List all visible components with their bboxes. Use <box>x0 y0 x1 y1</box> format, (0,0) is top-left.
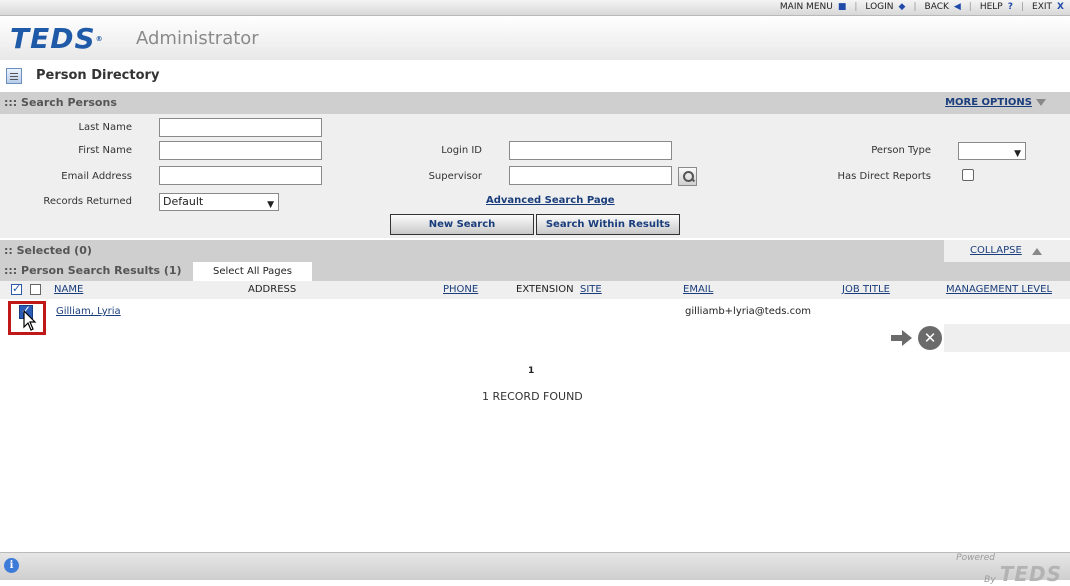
select-all-pages-button[interactable]: Select All Pages <box>193 262 312 281</box>
exit-label: EXIT <box>1032 2 1053 12</box>
info-icon[interactable]: i <box>4 558 19 573</box>
first-name-input[interactable] <box>159 141 322 160</box>
page-title: Person Directory <box>36 68 160 83</box>
search-section-header: ::: Search Persons MORE OPTIONS <box>0 92 1070 114</box>
first-name-label: First Name <box>78 145 132 156</box>
collapse-link[interactable]: COLLAPSE <box>970 245 1022 256</box>
help-label: HELP <box>979 2 1003 12</box>
login-id-input[interactable] <box>509 141 672 160</box>
arrow-right-icon[interactable] <box>890 329 914 347</box>
check-all-icon[interactable] <box>11 282 22 295</box>
actions-panel <box>944 324 1070 352</box>
last-name-label: Last Name <box>78 122 132 133</box>
exit-link[interactable]: EXIT X <box>1032 2 1064 12</box>
column-address: ADDRESS <box>248 284 297 295</box>
login-label: LOGIN <box>865 2 894 12</box>
exit-icon: X <box>1057 2 1064 12</box>
email-input[interactable] <box>159 166 322 185</box>
person-type-label: Person Type <box>871 145 931 156</box>
results-title: ::: Person Search Results (1) <box>4 264 182 277</box>
directory-icon <box>6 68 22 84</box>
has-direct-reports-checkbox[interactable] <box>962 169 974 181</box>
app-header: TEDS® Administrator <box>0 16 1070 60</box>
main-menu-icon: ■ <box>837 2 847 12</box>
records-returned-value: Default <box>163 195 204 208</box>
record-count: 1 RECORD FOUND <box>482 390 583 403</box>
new-search-button[interactable]: New Search <box>390 214 534 235</box>
column-site[interactable]: SITE <box>580 284 602 295</box>
uncheck-all-checkbox[interactable] <box>30 284 41 295</box>
results-table-header: NAME ADDRESS PHONE EXTENSION SITE EMAIL … <box>0 281 1070 299</box>
last-name-input[interactable] <box>159 118 322 137</box>
main-menu-link[interactable]: MAIN MENU ■ <box>780 2 846 12</box>
person-name-link[interactable]: Gilliam, Lyria <box>56 306 121 317</box>
main-menu-label: MAIN MENU <box>779 2 833 12</box>
column-job-title[interactable]: JOB TITLE <box>842 284 890 295</box>
column-management-level[interactable]: MANAGEMENT LEVEL <box>946 284 1052 295</box>
person-type-select[interactable]: ▼ <box>958 142 1026 160</box>
column-phone[interactable]: PHONE <box>443 284 478 295</box>
help-icon: ? <box>1007 2 1013 12</box>
column-extension: EXTENSION <box>516 284 574 295</box>
nav-divider: | <box>968 2 972 12</box>
page-title-bar: Person Directory <box>0 64 1070 90</box>
top-utility-bar: MAIN MENU ■ | LOGIN ◆ | BACK ◀ | HELP ? … <box>0 0 1070 16</box>
records-returned-select[interactable]: Default ▼ <box>159 193 279 211</box>
person-email: gilliamb+lyria@teds.com <box>685 306 811 317</box>
back-label: BACK <box>924 2 949 12</box>
column-name[interactable]: NAME <box>54 284 83 295</box>
teds-logo: TEDS® <box>10 22 104 55</box>
help-link[interactable]: HELP ? <box>980 2 1013 12</box>
powered-by-logo: Powered By TEDS <box>956 553 1062 586</box>
email-label: Email Address <box>61 171 132 182</box>
nav-divider: | <box>1020 2 1025 12</box>
login-link[interactable]: LOGIN ◆ <box>865 2 905 12</box>
app-subtitle: Administrator <box>136 28 259 49</box>
login-icon: ◆ <box>898 2 906 12</box>
column-email[interactable]: EMAIL <box>683 284 713 295</box>
nav-divider: | <box>913 2 917 12</box>
advanced-search-link[interactable]: Advanced Search Page <box>486 195 615 206</box>
back-link[interactable]: BACK ◀ <box>925 2 961 12</box>
chevron-down-icon: ▼ <box>1014 149 1021 159</box>
login-id-label: Login ID <box>441 145 482 156</box>
supervisor-search-icon[interactable] <box>678 167 697 186</box>
search-section-title: ::: Search Persons <box>4 96 117 109</box>
chevron-down-icon: ▼ <box>267 200 274 210</box>
arrow-down-icon[interactable] <box>1036 99 1046 106</box>
footer: i Powered By TEDS <box>0 552 1070 585</box>
top-nav: MAIN MENU ■ | LOGIN ◆ | BACK ◀ | HELP ? … <box>772 2 1064 12</box>
nav-divider: | <box>854 2 858 12</box>
back-arrow-icon: ◀ <box>953 2 961 12</box>
collapse-area: COLLAPSE <box>944 240 1070 262</box>
more-options-link[interactable]: MORE OPTIONS <box>945 97 1032 108</box>
supervisor-label: Supervisor <box>428 171 482 182</box>
selected-title: :: Selected (0) <box>4 244 92 257</box>
close-icon[interactable]: ✕ <box>918 326 942 350</box>
arrow-up-icon[interactable] <box>1032 248 1042 255</box>
results-section-header: ::: Person Search Results (1) Select All… <box>0 262 1070 281</box>
search-within-results-button[interactable]: Search Within Results <box>536 214 680 235</box>
records-returned-label: Records Returned <box>43 196 132 207</box>
selected-section-header: :: Selected (0) <box>0 240 944 262</box>
page-number[interactable]: 1 <box>528 366 534 376</box>
supervisor-input[interactable] <box>509 166 672 185</box>
has-direct-reports-label: Has Direct Reports <box>837 171 931 182</box>
